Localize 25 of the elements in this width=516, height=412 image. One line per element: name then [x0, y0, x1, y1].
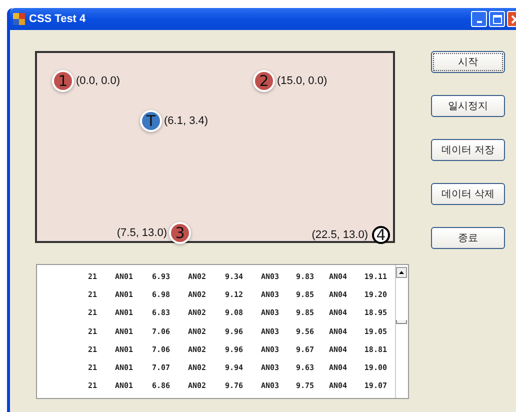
- action-button[interactable]: 데이터 저장: [431, 139, 505, 161]
- scroll-thumb[interactable]: [396, 320, 407, 324]
- point-marker: 3: [171, 224, 189, 242]
- point-marker: 4: [372, 226, 390, 244]
- coordinate-label: (7.5, 13.0): [116, 227, 167, 239]
- app-icon: [13, 13, 25, 25]
- point-marker: 2: [255, 72, 273, 90]
- action-button[interactable]: 시작: [431, 51, 505, 73]
- minimize-button[interactable]: [471, 11, 487, 27]
- point-marker: 1: [54, 72, 72, 90]
- action-button[interactable]: 종료: [431, 227, 505, 249]
- action-button[interactable]: 일시정지: [431, 95, 505, 117]
- coordinate-label: (6.1, 3.4): [164, 115, 210, 127]
- scroll-up-button[interactable]: [396, 267, 407, 278]
- coordinate-label: (22.5, 13.0): [310, 229, 368, 241]
- maximize-icon: [492, 14, 502, 24]
- maximize-button[interactable]: [489, 11, 505, 27]
- point-marker: T: [142, 112, 160, 130]
- coordinate-label: (0.0, 0.0): [76, 75, 122, 87]
- up-arrow-icon: [399, 271, 404, 274]
- action-button[interactable]: 데이터 삭제: [431, 183, 505, 205]
- window-title: CSS Test 4: [29, 13, 86, 25]
- coordinate-label: (15.0, 0.0): [277, 75, 328, 87]
- minimize-icon: [476, 21, 482, 23]
- scrollbar[interactable]: [395, 265, 408, 398]
